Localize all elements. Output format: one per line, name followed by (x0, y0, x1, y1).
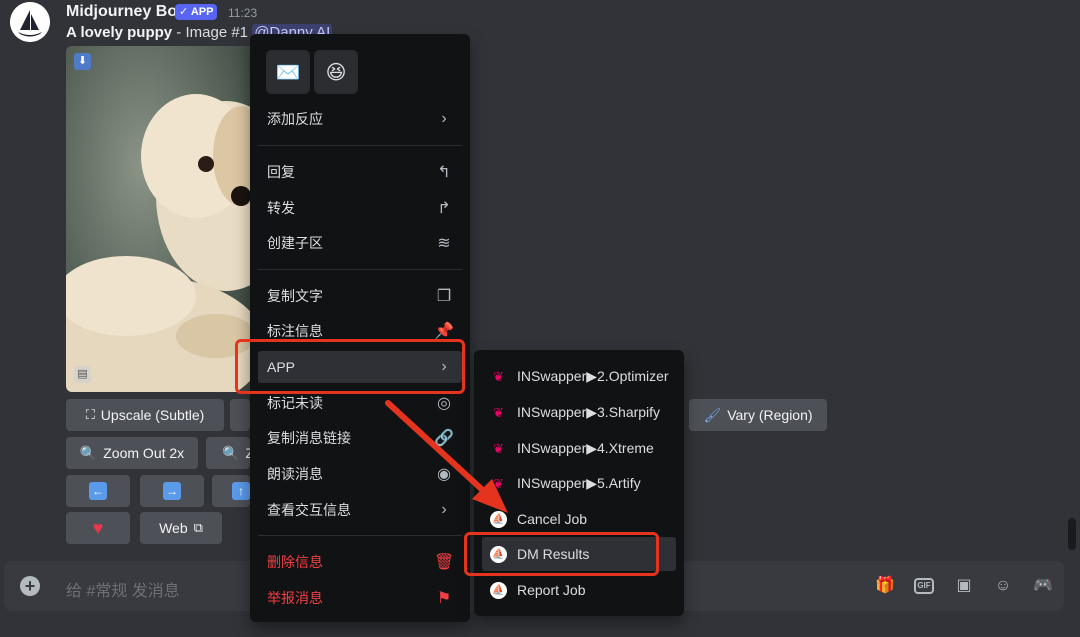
submenu-label: INSwapper▶3.Sharpify (517, 403, 661, 420)
pan-left-button[interactable]: ← (66, 475, 130, 507)
heart-icon: ♥ (92, 517, 104, 538)
submenu-label: INSwapper▶4.Xtreme (517, 439, 654, 456)
midjourney-boat-icon: ⛵ (490, 581, 507, 599)
inswapper-icon: ❦ (493, 368, 504, 384)
vary-region-label: Vary (Region) (727, 407, 813, 423)
envelope-icon: ✉️ (275, 61, 301, 84)
magnifier-icon: 🔍 (222, 444, 240, 461)
annotation-arrow (385, 400, 508, 513)
arrow-up-icon: ↑ (232, 482, 250, 500)
menu-item-delete[interactable]: 删除信息 🗑 (258, 546, 462, 578)
game-controller-icon[interactable]: 🎮 (1032, 576, 1054, 596)
prompt-title: A lovely puppy (66, 24, 173, 41)
annotation-highlight-apps (235, 339, 465, 394)
bot-avatar[interactable] (10, 2, 50, 42)
menu-divider (258, 145, 462, 146)
thread-icon: ≋ (437, 235, 451, 252)
chevron-right-icon: › (441, 110, 447, 127)
add-attachment-icon[interactable]: + (20, 576, 40, 596)
favorite-button[interactable]: ♥ (66, 512, 130, 544)
pan-up-button[interactable]: ↑ (212, 475, 250, 507)
external-link-icon: ⧉ (193, 520, 203, 535)
image-label: - Image #1 (172, 24, 253, 41)
laughing-face-icon: 😆 (325, 61, 347, 84)
pan-right-button[interactable]: → (140, 475, 204, 507)
annotation-highlight-dm-results (464, 532, 659, 576)
download-icon[interactable]: ⬇ (74, 53, 91, 70)
menu-item-add-reaction[interactable]: 添加反应 › (258, 103, 462, 135)
menu-label: 标记未读 (267, 395, 323, 411)
menu-label: 转发 (267, 200, 295, 216)
author-name[interactable]: Midjourney Bot (66, 3, 182, 21)
menu-label: 回复 (267, 164, 295, 180)
emoji-icon[interactable]: ☺ (992, 576, 1014, 596)
menu-label: 举报消息 (267, 590, 323, 606)
upscale-creative-button[interactable] (230, 399, 250, 431)
upscale-subtle-button[interactable]: ⛶ Upscale (Subtle) (66, 399, 224, 431)
submenu-label: INSwapper▶5.Artify (517, 474, 641, 491)
gift-icon[interactable]: 🎁 (874, 576, 896, 596)
zoom-out-2x-button[interactable]: 🔍 Zoom Out 2x (66, 437, 198, 469)
quick-reaction-laughing[interactable]: 😆 (314, 50, 358, 94)
upscale-subtle-label: Upscale (Subtle) (100, 407, 205, 423)
menu-item-forward[interactable]: 转发 ↱ (258, 192, 462, 224)
menu-label: 删除信息 (267, 554, 323, 570)
gif-button[interactable]: GIF (914, 578, 934, 594)
menu-label: 标注信息 (267, 323, 323, 339)
quick-reaction-envelope[interactable]: ✉️ (266, 50, 310, 94)
reply-icon: ↰ (437, 164, 451, 181)
zoom-out-custom-button[interactable]: 🔍 Z (206, 437, 254, 469)
menu-label: 复制消息链接 (267, 430, 351, 446)
menu-label: 添加反应 (267, 111, 323, 127)
message-timestamp: 11:23 (228, 6, 258, 20)
scrollbar-thumb[interactable] (1068, 518, 1076, 550)
submenu-item-report-job[interactable]: ⛵ Report Job (482, 573, 676, 607)
flag-icon: ⚑ (436, 590, 452, 607)
menu-divider (258, 269, 462, 270)
pin-icon: 📌 (434, 323, 454, 340)
menu-item-create-thread[interactable]: 创建子区 ≋ (258, 227, 462, 259)
menu-item-copy-text[interactable]: 复制文字 ❐ (258, 280, 462, 312)
forward-icon: ↱ (437, 200, 451, 217)
sticker-icon[interactable]: ▣ (953, 576, 975, 596)
arrow-right-icon: → (163, 482, 181, 500)
paintbrush-icon: 🖌 (703, 406, 722, 423)
menu-label: 复制文字 (267, 288, 323, 304)
menu-item-reply[interactable]: 回复 ↰ (258, 156, 462, 188)
menu-label: 查看交互信息 (267, 502, 351, 518)
menu-divider (258, 535, 462, 536)
document-icon: ▤ (74, 366, 91, 383)
submenu-item-inswapper-optimizer[interactable]: ❦ INSwapper▶2.Optimizer (482, 359, 676, 393)
submenu-label: Report Job (517, 582, 586, 598)
submenu-label: Cancel Job (517, 511, 588, 527)
submenu-label: INSwapper▶2.Optimizer (517, 367, 669, 384)
menu-item-report[interactable]: 举报消息 ⚑ (258, 582, 462, 614)
app-badge: ✓ APP (175, 4, 218, 20)
web-label: Web (159, 520, 188, 536)
vary-region-button[interactable]: 🖌 Vary (Region) (689, 399, 827, 431)
zoom-out-2x-label: Zoom Out 2x (103, 445, 185, 461)
generated-image[interactable] (66, 46, 254, 392)
menu-label: 朗读消息 (267, 466, 323, 482)
copy-icon: ❐ (436, 288, 452, 305)
web-link-button[interactable]: Web ⧉ (140, 512, 222, 544)
arrow-left-icon: ← (89, 482, 107, 500)
magnifier-icon: 🔍 (79, 444, 98, 461)
menu-label: 创建子区 (267, 235, 323, 251)
trash-icon: 🗑 (434, 554, 455, 571)
message-input-placeholder[interactable]: 给 #常规 发消息 (66, 577, 180, 601)
expand-icon: ⛶ (85, 407, 95, 422)
